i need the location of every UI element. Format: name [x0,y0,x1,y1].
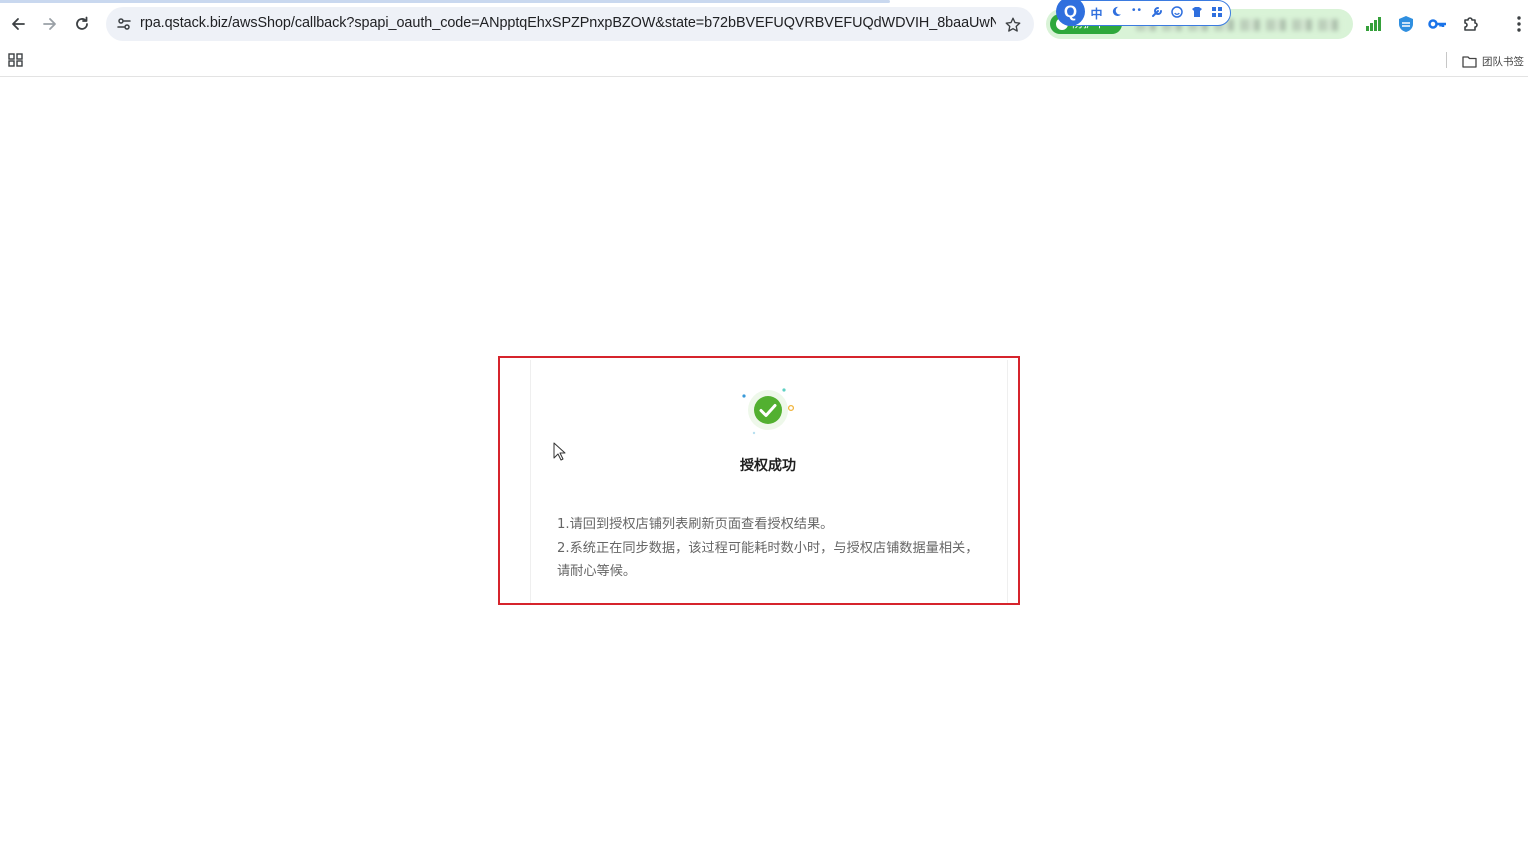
bookmark-folder-label: 团队书签 [1482,55,1524,68]
moon-icon[interactable] [1110,6,1123,20]
ime-toolbar-items: 中 [1090,4,1223,22]
arrow-right-icon [43,18,56,30]
reload-icon [76,16,88,30]
skin-icon[interactable] [1190,6,1203,21]
address-bar[interactable]: rpa.qstack.biz/awsShop/callback?spapi_oa… [106,7,1034,41]
apps-grid-icon[interactable] [7,51,25,69]
ime-language-toggle[interactable]: 中 [1090,5,1103,22]
url-text[interactable]: rpa.qstack.biz/awsShop/callback?spapi_oa… [140,15,996,31]
browser-toolbar: rpa.qstack.biz/awsShop/callback?spapi_oa… [0,0,1528,48]
bookmarks-divider [1446,52,1447,68]
bookmarks-bar: 团队书签 [0,48,1528,77]
shield-extension-icon[interactable] [1394,12,1418,36]
extensions-puzzle-icon[interactable] [1459,12,1483,36]
back-button[interactable] [3,9,33,39]
key-extension-icon[interactable] [1426,12,1450,36]
mouse-cursor-icon [553,442,566,461]
browser-menu-button[interactable] [1507,12,1528,36]
site-settings-icon[interactable] [114,14,134,34]
grid-menu-icon[interactable] [1210,6,1223,21]
punctuation-icon[interactable] [1130,6,1143,20]
signal-bars-extension-icon[interactable] [1361,12,1385,36]
highlight-annotation-box [498,356,1020,605]
page-loading-bar [0,0,890,3]
folder-icon [1462,55,1477,68]
reload-button[interactable] [67,9,97,39]
bookmark-folder-team[interactable]: 团队书签 [1462,52,1524,70]
forward-button[interactable] [35,9,65,39]
wrench-icon[interactable] [1150,6,1163,21]
kebab-menu-icon [1517,16,1521,32]
bookmark-star-button[interactable] [1002,14,1024,36]
emoji-icon[interactable] [1170,5,1183,21]
star-icon [1005,17,1021,32]
arrow-left-icon [12,18,25,30]
